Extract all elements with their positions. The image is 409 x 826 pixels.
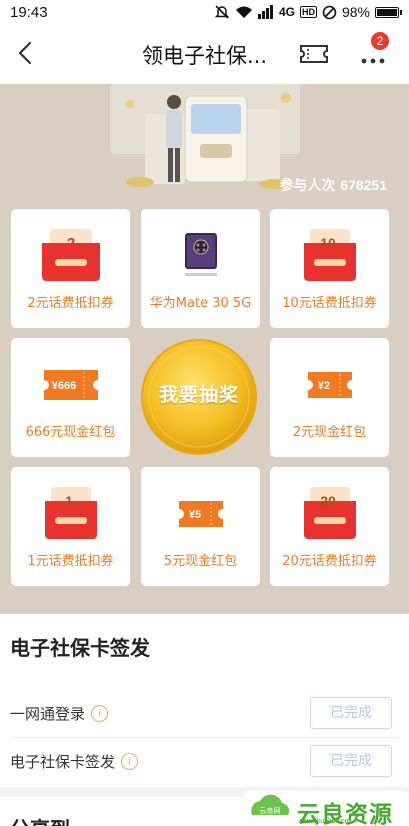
status-icons: 4G HD 98% <box>214 4 402 20</box>
section-title-share: 分享到 <box>10 813 70 826</box>
no-disturb-icon <box>322 5 337 19</box>
svg-text:云良网: 云良网 <box>260 806 281 815</box>
participants-label: 参与人次 <box>279 178 336 194</box>
coupon-value: 1 <box>65 493 73 509</box>
task-status-button[interactable]: 已完成 <box>310 697 392 729</box>
phone-fee-coupon-icon: 10 元 <box>303 229 356 281</box>
info-icon[interactable]: i <box>91 705 109 722</box>
prize-cell[interactable]: 华为Mate 30 5G <box>141 209 260 328</box>
prize-cell[interactable]: 10 元 10元话费抵扣券 <box>270 209 389 328</box>
draw-button-label[interactable]: 我要抽奖 <box>140 380 258 407</box>
huawei-phone-icon <box>184 233 217 276</box>
watermark-url: www.kubbs.com <box>300 818 351 825</box>
page-title: 领电子社保... <box>141 44 268 68</box>
battery-percent: 98% <box>341 4 370 20</box>
phone-fee-coupon-icon: 1 元 <box>44 487 97 539</box>
task-label-wrap: 电子社保卡签发 i <box>10 751 139 772</box>
coupon-unit: 元 <box>76 501 82 508</box>
prize-label: 5元现金红包 <box>163 554 238 569</box>
packet-value: ¥2 <box>317 380 329 392</box>
coupon-value: 20 <box>320 493 336 509</box>
coupon-unit: 元 <box>340 501 346 508</box>
task-label: 一网通登录 <box>10 705 86 723</box>
coupon-value: 2 <box>66 235 74 252</box>
task-row: 电子社保卡签发 i 已完成 <box>0 738 409 786</box>
prize-cell[interactable]: 20 元 20元话费抵扣券 <box>270 467 389 586</box>
participants-counter: 参与人次 678251 <box>279 175 387 195</box>
mute-bell-icon <box>214 5 230 19</box>
back-arrow-icon[interactable] <box>12 38 42 68</box>
notification-badge: 2 <box>371 32 389 50</box>
battery-level <box>377 8 397 16</box>
hd-badge: HD <box>299 6 317 18</box>
status-time: 19:43 <box>10 3 48 21</box>
wifi-icon <box>235 6 252 18</box>
task-status-button[interactable]: 已完成 <box>310 745 392 777</box>
prize-label: 1元话费抵扣券 <box>27 554 114 569</box>
prize-label: 20元话费抵扣券 <box>282 554 377 569</box>
prize-label: 10元话费抵扣券 <box>282 296 377 311</box>
prize-label: 2元现金红包 <box>292 425 367 440</box>
nav-bar: 领电子社保... 2 <box>0 24 409 84</box>
network-type: 4G <box>278 5 295 19</box>
prize-cell[interactable]: ¥666 666元现金红包 <box>11 338 130 457</box>
prize-cell[interactable]: 2 元 2元话费抵扣券 <box>11 209 130 328</box>
prize-label: 2元话费抵扣券 <box>27 296 114 311</box>
prize-label: 华为Mate 30 5G <box>149 296 252 311</box>
task-label: 电子社保卡签发 <box>10 753 116 771</box>
packet-value: ¥666 <box>51 380 75 392</box>
task-row: 一网通登录 i 已完成 <box>0 690 409 738</box>
coupon-value: 10 <box>320 235 336 251</box>
coupon-unit: 元 <box>338 243 344 250</box>
prize-label: 666元现金红包 <box>25 425 116 440</box>
coupon-unit: 元 <box>80 243 86 250</box>
battery-icon <box>375 6 402 18</box>
prize-cell[interactable]: 1 元 1元话费抵扣券 <box>11 467 130 586</box>
cash-red-packet-icon: ¥666 <box>43 370 98 400</box>
task-label-wrap: 一网通登录 i <box>10 703 109 724</box>
phone-fee-coupon-icon: 20 元 <box>303 487 356 539</box>
phone-fee-coupon-icon: 2 元 <box>41 229 100 281</box>
ticket-icon[interactable] <box>298 41 330 67</box>
section-title: 电子社保卡签发 <box>10 636 150 660</box>
prize-cell[interactable]: ¥2 2元现金红包 <box>270 338 389 457</box>
cash-red-packet-icon: ¥2 <box>307 372 352 398</box>
status-bar: 19:43 4G HD 98% <box>0 0 409 24</box>
signal-icon <box>257 5 273 19</box>
info-icon[interactable]: i <box>121 753 139 770</box>
prize-cell[interactable]: ¥5 5元现金红包 <box>141 467 260 586</box>
watermark-logo-icon: 云良网 <box>251 794 290 815</box>
participants-count: 678251 <box>340 177 387 193</box>
cash-red-packet-icon: ¥5 <box>178 501 223 527</box>
packet-value: ¥5 <box>188 509 200 521</box>
